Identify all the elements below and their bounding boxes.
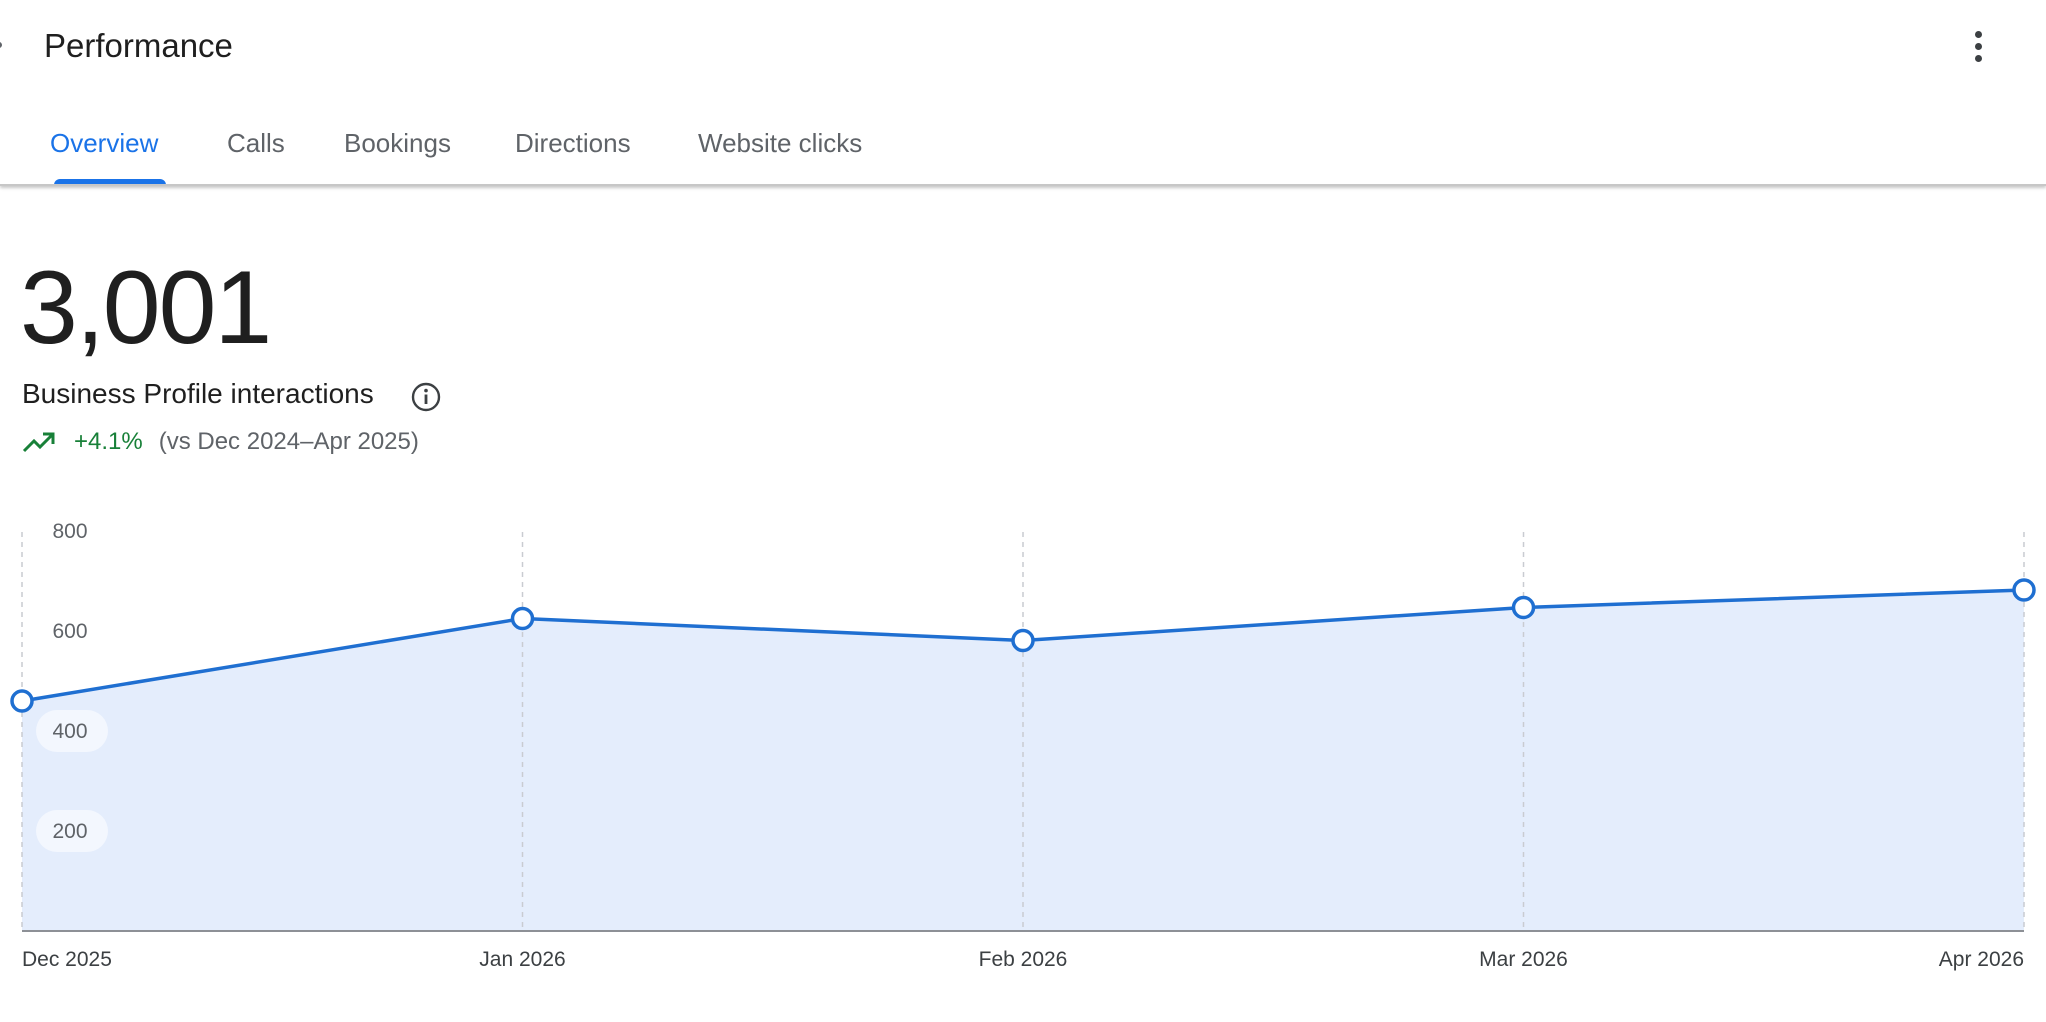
trend-change: +4.1% [74, 428, 143, 455]
ytick-label: 400 [52, 720, 87, 743]
data-point [510, 606, 535, 631]
trend-row: +4.1% (vs Dec 2024–Apr 2025) [22, 424, 419, 460]
ytick-label: 200 [52, 820, 87, 843]
metric-total: 3,001 [20, 250, 272, 366]
trend-comparison: (vs Dec 2024–Apr 2025) [158, 428, 419, 455]
data-point [1011, 628, 1035, 653]
page-title: Performance [44, 27, 233, 64]
ytick-label: 600 [52, 620, 87, 643]
interactions-chart: 200 400 600 800 Dec 2025 Jan 2026 Feb 2026 Mar … [0, 500, 2046, 1000]
xtick-label: Dec 2025 [22, 948, 112, 971]
back-icon[interactable] [0, 42, 2, 48]
more-dot [1974, 54, 1982, 62]
ytick-label: 800 [52, 520, 87, 543]
header: Performance Overview Calls Bookings Dire… [0, 0, 2046, 186]
metric-label: Business Profile interactions [22, 378, 374, 409]
tab-website-clicks[interactable]: Website clicks [698, 126, 862, 160]
tab-directions[interactable]: Directions [515, 126, 631, 160]
xtick-label: Apr 2026 [1939, 948, 2024, 971]
trending-up-icon [22, 432, 55, 453]
data-point [2012, 578, 2036, 602]
tab-overview[interactable]: Overview [50, 126, 158, 160]
xtick-label: Jan 2026 [479, 948, 565, 971]
chart-svg: 200 400 600 800 Dec 2025 Jan 2026 Feb 2026 Mar … [10, 520, 2036, 971]
more-dot [1974, 42, 1982, 50]
tab-calls[interactable]: Calls [227, 126, 285, 160]
tab-bookings[interactable]: Bookings [344, 126, 451, 160]
info-icon[interactable] [410, 381, 442, 413]
more-dot [1974, 30, 1982, 38]
xtick-label: Mar 2026 [1479, 948, 1568, 971]
more-vert-icon[interactable] [1958, 24, 1998, 68]
data-point [10, 689, 34, 713]
header-divider [0, 184, 2046, 186]
xtick-label: Feb 2026 [979, 948, 1068, 971]
data-point [1511, 595, 1536, 620]
